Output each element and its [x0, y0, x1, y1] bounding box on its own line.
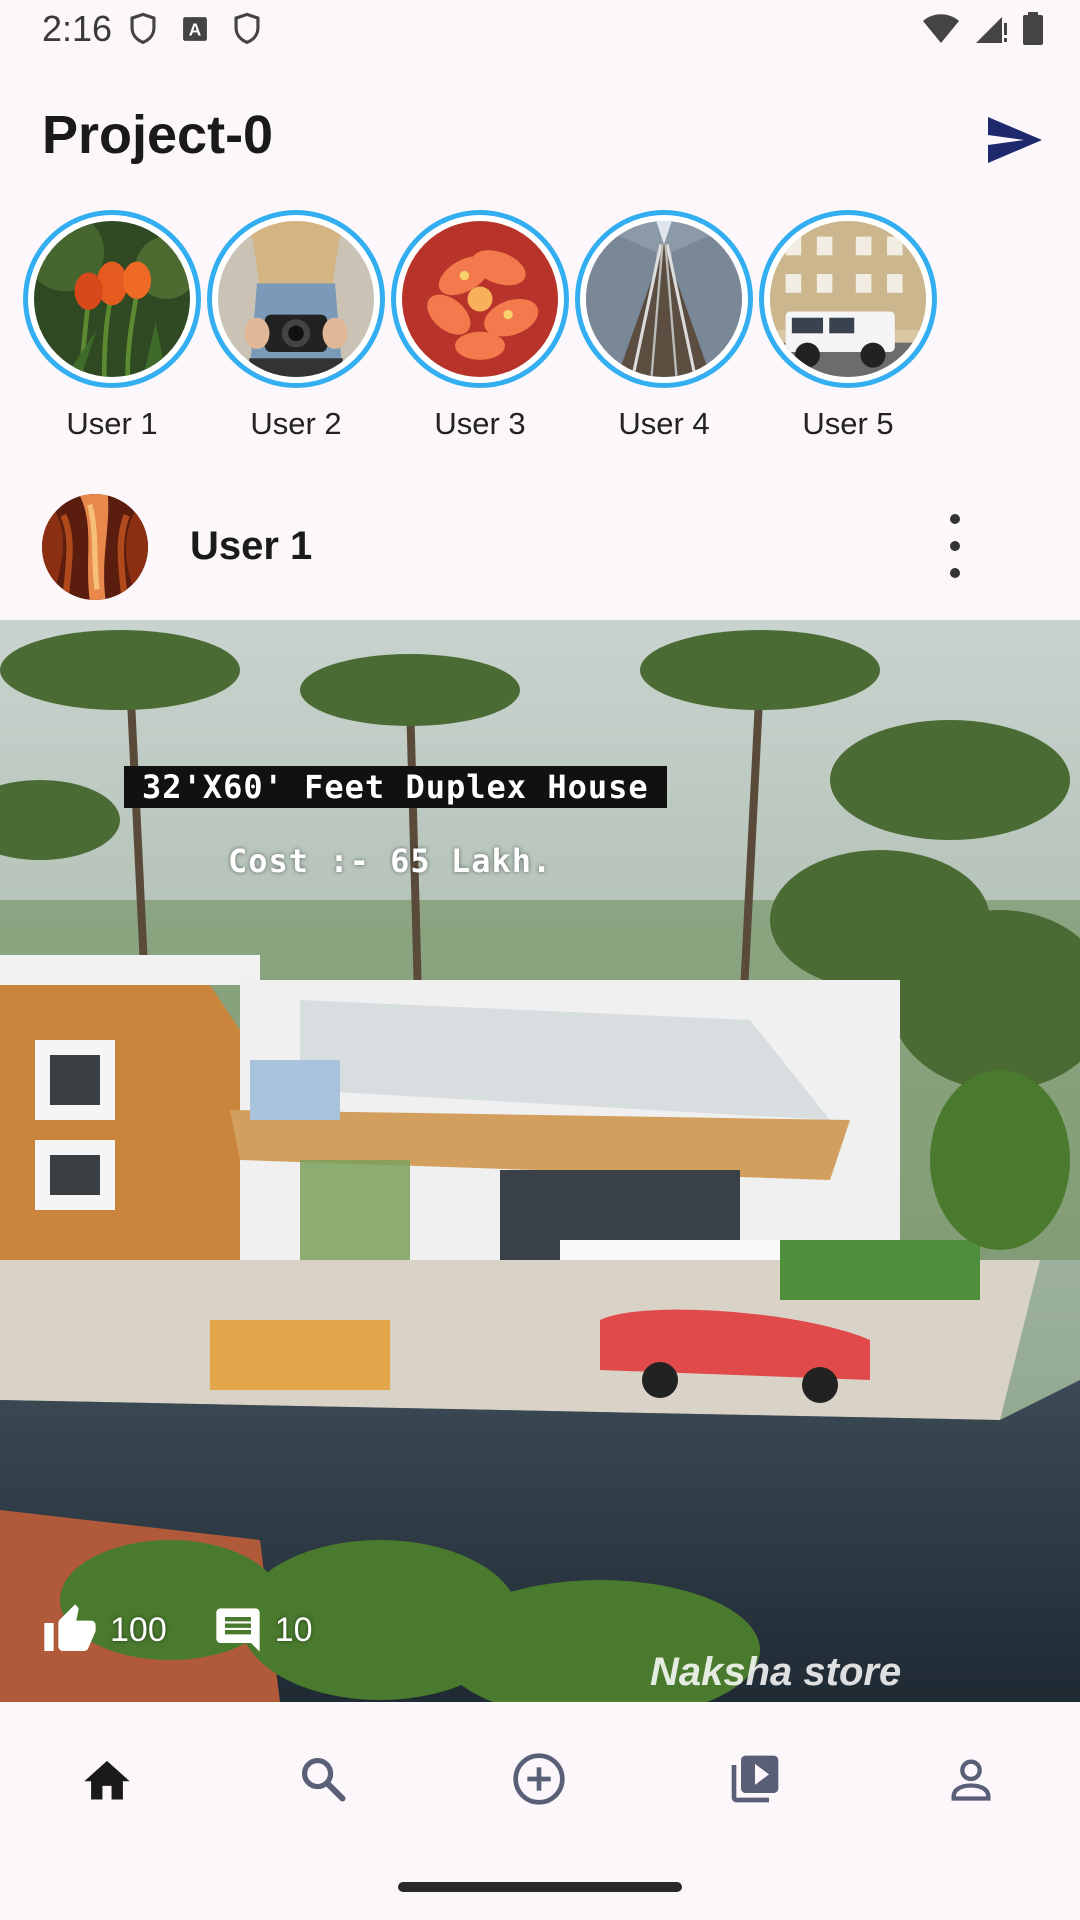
story-avatar-ring: [23, 210, 201, 388]
shield-icon: [234, 12, 260, 45]
a-box-icon: A: [183, 17, 207, 41]
battery-icon: [1023, 12, 1043, 45]
more-vert-icon: [950, 514, 960, 524]
story-avatar: [770, 221, 926, 377]
post-image[interactable]: 32'X60' Feet Duplex House Cost :- 65 Lak…: [0, 620, 1080, 1702]
story-avatar-ring: [575, 210, 753, 388]
avatar[interactable]: [42, 494, 148, 600]
story-avatar: [402, 221, 558, 377]
home-indicator[interactable]: [398, 1882, 682, 1892]
stories-row: User 1 User 2 User 3 User 4 User 5: [0, 210, 1080, 450]
nav-search[interactable]: [288, 1744, 358, 1814]
story-label: User 2: [250, 406, 342, 441]
send-button[interactable]: [985, 110, 1045, 170]
wifi-icon: [923, 14, 959, 43]
story-label: User 4: [618, 406, 710, 441]
like-count: 100: [110, 1610, 167, 1649]
nav-add[interactable]: [504, 1744, 574, 1814]
comment-icon: [216, 1608, 260, 1652]
page-title: Project-0: [42, 105, 274, 165]
video-library-icon: [731, 1755, 779, 1803]
watermark: Naksha store: [650, 1650, 902, 1694]
add-circle-icon: [513, 1753, 565, 1805]
nav-home[interactable]: [72, 1744, 142, 1814]
send-icon: [988, 117, 1042, 163]
more-options-button[interactable]: [940, 514, 970, 578]
svg-text:A: A: [189, 20, 202, 40]
like-button[interactable]: 100: [40, 1602, 167, 1658]
nav-profile[interactable]: [936, 1744, 1006, 1814]
shield-icon: [130, 12, 156, 45]
comment-count: 10: [274, 1610, 313, 1649]
story-user-1[interactable]: User 1: [20, 210, 204, 442]
story-user-3[interactable]: User 3: [388, 210, 572, 442]
post-caption-title: 32'X60' Feet Duplex House: [124, 766, 667, 808]
story-label: User 5: [802, 406, 894, 441]
home-icon: [84, 1760, 130, 1800]
bottom-navigation: [0, 1702, 1080, 1852]
story-avatar-ring: [207, 210, 385, 388]
signal-icon: [976, 17, 1007, 43]
story-avatar: [586, 221, 742, 377]
story-label: User 1: [66, 406, 158, 441]
story-user-4[interactable]: User 4: [572, 210, 756, 442]
post-username[interactable]: User 1: [190, 524, 312, 569]
story-avatar: [218, 221, 374, 377]
app-bar: Project-0: [0, 64, 1080, 204]
story-avatar: [34, 221, 190, 377]
story-label: User 3: [434, 406, 526, 441]
post-caption-cost: Cost :- 65 Lakh.: [228, 842, 553, 880]
nav-videos[interactable]: [720, 1744, 790, 1814]
post-reactions: 100 10: [40, 1600, 357, 1660]
thumbs-up-icon: [44, 1604, 96, 1651]
post-header: User 1: [0, 488, 1080, 616]
story-user-5[interactable]: User 5: [756, 210, 940, 442]
profile-icon: [951, 1759, 991, 1801]
story-user-2[interactable]: User 2: [204, 210, 388, 442]
status-bar: 2:16 A: [0, 0, 1080, 64]
story-avatar-ring: [391, 210, 569, 388]
comment-button[interactable]: 10: [211, 1604, 313, 1656]
search-icon: [301, 1757, 346, 1802]
story-avatar-ring: [759, 210, 937, 388]
status-time: 2:16: [42, 8, 113, 49]
